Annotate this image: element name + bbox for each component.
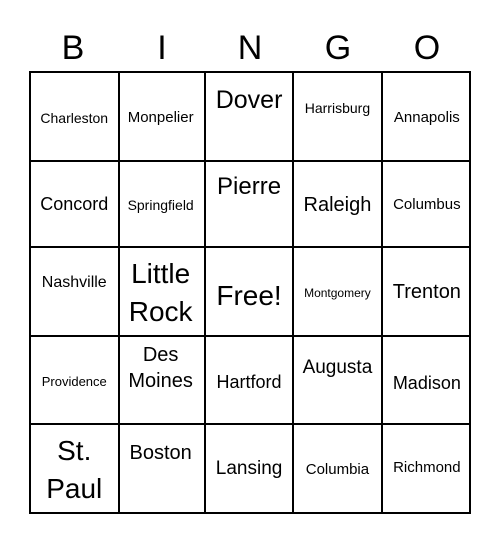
cell-label: Springfield [127, 196, 194, 213]
bingo-cell[interactable]: Montgomery [294, 248, 383, 337]
cell-label: Richmond [393, 459, 461, 477]
cell-label: Little Rock [128, 258, 193, 328]
cell-label: Providence [41, 373, 107, 389]
cell-label: Hartford [216, 371, 282, 392]
header-letter-g: G [324, 29, 352, 67]
cell-label: Nashville [41, 274, 107, 292]
bingo-cell[interactable]: Dover [205, 73, 295, 162]
cell-label: Annapolis [393, 109, 460, 126]
cell-label: Dover [215, 86, 283, 114]
bingo-cell[interactable]: Charleston [31, 73, 120, 162]
bingo-cell[interactable]: Richmond [383, 425, 472, 514]
bingo-cell[interactable]: Providence [31, 336, 120, 426]
bingo-cell[interactable]: Nashville [31, 248, 120, 337]
cell-label: Madison [392, 372, 461, 393]
header-letter-i: I [157, 29, 167, 67]
bingo-cell[interactable]: Lansing [206, 425, 295, 514]
bingo-cell[interactable]: Des Moines [117, 336, 206, 426]
bingo-grid: Charleston Monpelier Dover Harrisburg Annapo… [29, 71, 472, 514]
cell-label: St. Paul [46, 435, 103, 505]
cell-label: Pierre [217, 172, 282, 200]
cell-label: Des Moines [128, 343, 193, 392]
header-letter-n: N [237, 29, 263, 67]
cell-label: Trenton [392, 281, 461, 304]
header-letter-o: O [413, 29, 441, 67]
bingo-cell[interactable]: Augusta [294, 336, 383, 426]
bingo-cell[interactable]: Boston [117, 425, 206, 514]
bingo-cell[interactable]: Madison [382, 337, 472, 426]
bingo-cell[interactable]: Hartford [205, 336, 295, 426]
bingo-cell[interactable]: St. Paul [31, 425, 120, 514]
bingo-cell[interactable]: Harrisburg [294, 73, 383, 162]
bingo-cell[interactable]: Annapolis [382, 73, 472, 162]
bingo-cell[interactable]: Pierre [205, 159, 295, 249]
cell-label: Columbia [305, 461, 370, 479]
bingo-cell[interactable]: Columbus [382, 160, 472, 249]
cell-label: Harrisburg [304, 100, 371, 116]
header-letter-b: B [61, 29, 85, 67]
cell-label: Columbus [393, 195, 461, 213]
cell-label: Monpelier [127, 109, 194, 126]
bingo-cell[interactable]: Trenton [382, 248, 472, 337]
bingo-cell[interactable]: Little Rock [117, 248, 206, 337]
free-space-cell[interactable]: Free! [205, 248, 295, 337]
cell-label: Montgomery [304, 286, 371, 301]
bingo-cell[interactable]: Concord [31, 159, 120, 249]
bingo-cell[interactable]: Columbia [294, 425, 383, 514]
bingo-cell[interactable]: Monpelier [117, 73, 206, 162]
bingo-cell[interactable]: Raleigh [294, 159, 383, 249]
cell-label: Concord [40, 193, 109, 214]
cell-label: Augusta [302, 356, 373, 378]
cell-label: Lansing [215, 458, 283, 480]
bingo-cell[interactable]: Springfield [117, 159, 206, 249]
cell-label: Charleston [40, 110, 109, 126]
cell-label: Boston [129, 442, 192, 465]
cell-label: Free! [216, 280, 282, 312]
cell-label: Raleigh [303, 193, 372, 216]
